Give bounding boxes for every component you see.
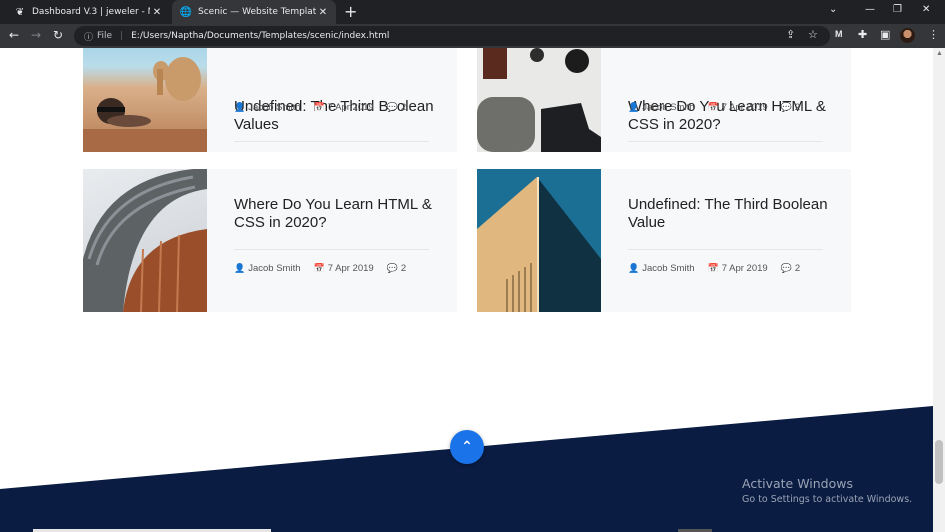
extensions-puzzle-icon[interactable]: ✚ xyxy=(858,28,867,41)
back-icon[interactable]: ← xyxy=(9,28,19,42)
watermark-title: Activate Windows xyxy=(742,476,853,491)
page-viewport: Undefined: The Third Boolean Values 👤 Ja… xyxy=(0,48,945,532)
scroll-to-top-button[interactable]: ⌃ xyxy=(450,430,484,464)
share-icon[interactable]: ⇪ xyxy=(786,28,795,41)
reload-icon[interactable]: ↻ xyxy=(53,28,63,42)
close-icon[interactable]: ✕ xyxy=(150,7,164,18)
chevron-up-icon: ⌃ xyxy=(461,439,473,455)
url-text: E:/Users/Naptha/Documents/Templates/scen… xyxy=(131,31,390,41)
extension-m-icon[interactable]: M xyxy=(835,29,843,39)
tab-title: Scenic — Website Template by C xyxy=(198,7,316,17)
vertical-scrollbar[interactable]: ▲ xyxy=(933,48,945,532)
restore-icon[interactable]: ❐ xyxy=(893,4,902,15)
minimize-icon[interactable]: — xyxy=(865,4,875,15)
scroll-up-arrow-icon[interactable]: ▲ xyxy=(936,50,943,57)
tab-title: Dashboard V.3 | jeweler - Materi xyxy=(32,7,150,17)
globe-icon: 🌐 xyxy=(179,6,193,18)
tab-scenic[interactable]: 🌐 Scenic — Website Template by C ✕ xyxy=(172,0,336,24)
forward-icon[interactable]: → xyxy=(31,28,41,42)
vertical-scroll-thumb[interactable] xyxy=(935,440,943,484)
address-bar[interactable]: ⓘ File | E:/Users/Naptha/Documents/Templ… xyxy=(74,26,830,46)
activate-windows-watermark: Activate Windows Go to Settings to activ… xyxy=(742,476,912,505)
sidebar-icon[interactable]: ▣ xyxy=(880,28,890,41)
menu-kebab-icon[interactable]: ⋮ xyxy=(928,28,939,41)
watermark-subtitle: Go to Settings to activate Windows. xyxy=(742,494,913,505)
browser-tab-bar: ❦ Dashboard V.3 | jeweler - Materi ✕ 🌐 S… xyxy=(0,0,945,24)
close-icon[interactable]: ✕ xyxy=(316,7,330,18)
info-icon[interactable]: ⓘ xyxy=(84,30,93,43)
favicon-icon: ❦ xyxy=(15,6,25,18)
profile-avatar[interactable] xyxy=(900,28,915,43)
bookmark-star-icon[interactable]: ☆ xyxy=(808,28,818,41)
horizontal-scrollbar[interactable] xyxy=(0,528,933,532)
url-separator: | xyxy=(120,31,124,41)
close-window-icon[interactable]: ✕ xyxy=(922,4,930,15)
tab-search-icon[interactable]: ⌄ xyxy=(829,4,837,15)
tab-dashboard[interactable]: ❦ Dashboard V.3 | jeweler - Materi ✕ xyxy=(6,0,170,24)
new-tab-button[interactable]: + xyxy=(344,2,357,21)
url-scheme: File xyxy=(97,31,113,41)
